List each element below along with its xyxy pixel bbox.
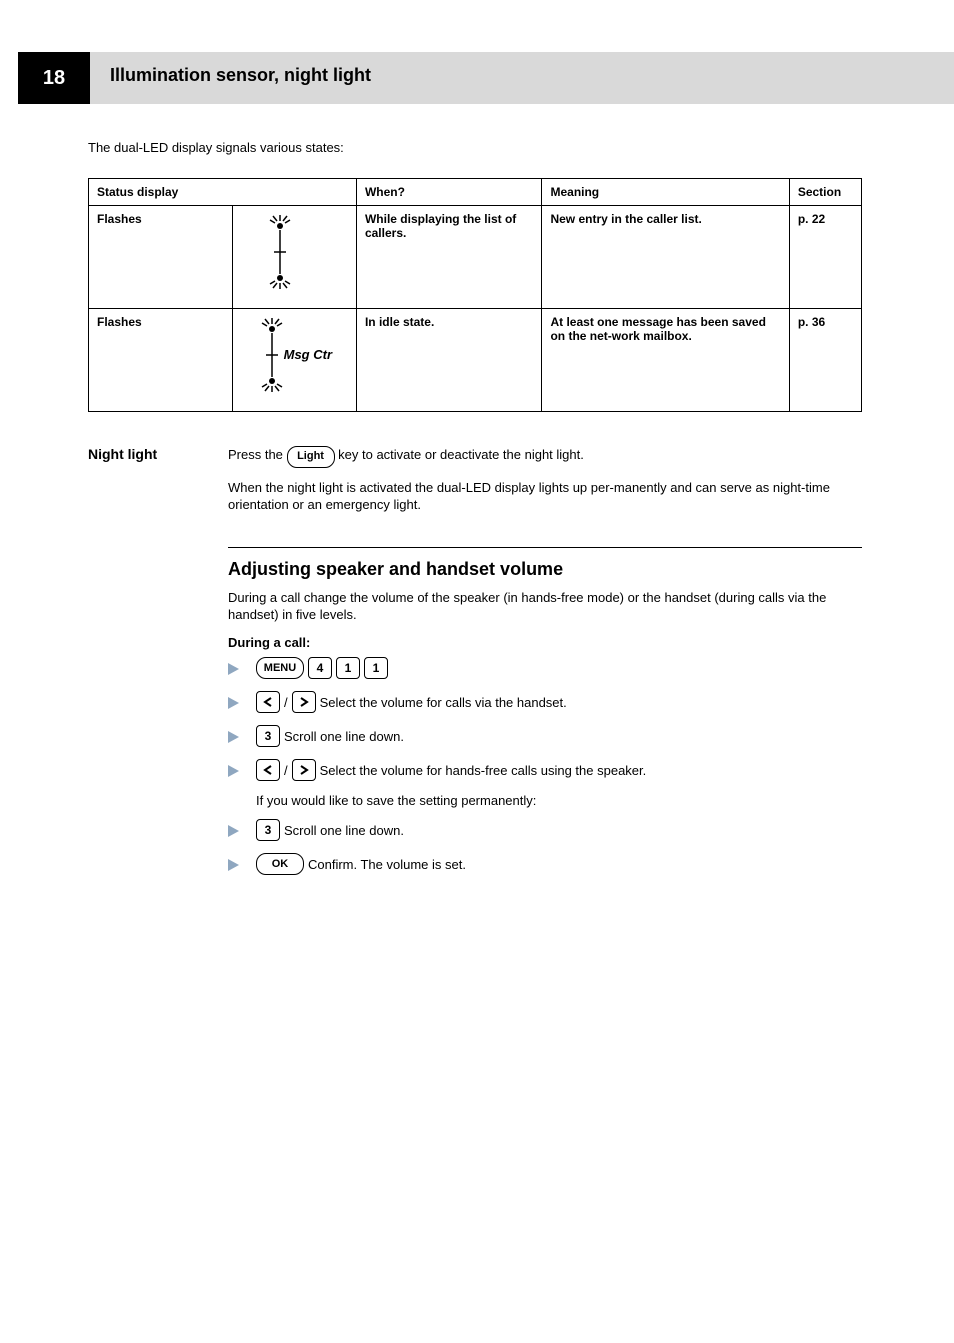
- cell-section: p. 22: [789, 206, 861, 309]
- digit-3-key: 3: [256, 725, 280, 747]
- step-row: / Select the volume for hands-free calls…: [228, 759, 862, 789]
- cell-when: While displaying the list of callers.: [356, 206, 542, 309]
- cell-status-icon: Msg Ctr: [233, 309, 357, 412]
- section-heading: Adjusting speaker and handset volume: [228, 558, 862, 581]
- step-arrow-icon: [228, 691, 256, 709]
- page-number: 18: [43, 67, 65, 90]
- step-text: Scroll one line down.: [284, 823, 404, 838]
- page-title: Illumination sensor, night light: [110, 65, 371, 86]
- intro-line: The dual-LED display signals various sta…: [88, 140, 862, 156]
- step-arrow-icon: [228, 657, 256, 675]
- cell-section: p. 36: [789, 309, 861, 412]
- cell-status-text: Flashes: [89, 206, 233, 309]
- steps-list: MENU 4 1 1 /: [228, 657, 862, 883]
- right-arrow-key: [292, 691, 316, 713]
- cell-when: In idle state.: [356, 309, 542, 412]
- ok-key: OK: [256, 853, 304, 875]
- step-row: OK Confirm. The volume is set.: [228, 853, 862, 883]
- th-meaning: Meaning: [542, 179, 789, 206]
- page-content: The dual-LED display signals various sta…: [88, 140, 862, 887]
- step-note: If you would like to save the setting pe…: [228, 793, 862, 815]
- left-arrow-key: [256, 691, 280, 713]
- table-row: Flashes: [89, 309, 862, 412]
- nl-p1-suffix: key to activate or deactivate the night …: [338, 447, 584, 462]
- night-light-label: Night light: [88, 446, 218, 462]
- step-arrow-icon: [228, 853, 256, 871]
- step-text: Select the volume for hands-free calls u…: [320, 763, 647, 778]
- led-flash-msgctr-icon: Msg Ctr: [250, 315, 340, 405]
- digit-1-key: 1: [364, 657, 388, 679]
- th-section: Section: [789, 179, 861, 206]
- step-arrow-icon: [228, 759, 256, 777]
- section-sublabel: During a call:: [228, 635, 862, 651]
- nl-p1-prefix: Press the: [228, 447, 287, 462]
- step-row: MENU 4 1 1: [228, 657, 862, 687]
- digit-1-key: 1: [336, 657, 360, 679]
- cell-meaning: New entry in the caller list.: [542, 206, 789, 309]
- step-text: Scroll one line down.: [284, 729, 404, 744]
- left-arrow-key: [256, 759, 280, 781]
- step-row: 3 Scroll one line down.: [228, 725, 862, 755]
- th-when: When?: [356, 179, 542, 206]
- night-light-section: Night light Press the Light key to activ…: [88, 446, 862, 887]
- step-text: Select the volume for calls via the hand…: [320, 695, 567, 710]
- section-divider: [228, 547, 862, 548]
- th-status: Status display: [89, 179, 357, 206]
- table-row: Flashes: [89, 206, 862, 309]
- cell-status-text: Flashes: [89, 309, 233, 412]
- night-light-p1: Press the Light key to activate or deact…: [228, 446, 862, 468]
- step-note-text: If you would like to save the setting pe…: [256, 793, 536, 808]
- step-arrow-icon: [228, 819, 256, 837]
- msg-ctr-label: Msg Ctr: [284, 347, 332, 362]
- table-header-row: Status display When? Meaning Section: [89, 179, 862, 206]
- led-flash-icon: [250, 212, 340, 302]
- light-key: Light: [287, 446, 335, 468]
- step-row: 3 Scroll one line down.: [228, 819, 862, 849]
- right-arrow-key: [292, 759, 316, 781]
- digit-3-key: 3: [256, 819, 280, 841]
- section-intro: During a call change the volume of the s…: [228, 590, 862, 623]
- step-text: Confirm. The volume is set.: [308, 857, 466, 872]
- cell-status-icon: [233, 206, 357, 309]
- status-table: Status display When? Meaning Section Fla…: [88, 178, 862, 412]
- menu-key: MENU: [256, 657, 304, 679]
- digit-4-key: 4: [308, 657, 332, 679]
- step-arrow-icon: [228, 725, 256, 743]
- cell-meaning: At least one message has been saved on t…: [542, 309, 789, 412]
- page-number-box: 18: [18, 52, 90, 104]
- step-row: / Select the volume for calls via the ha…: [228, 691, 862, 721]
- night-light-p2: When the night light is activated the du…: [228, 480, 862, 513]
